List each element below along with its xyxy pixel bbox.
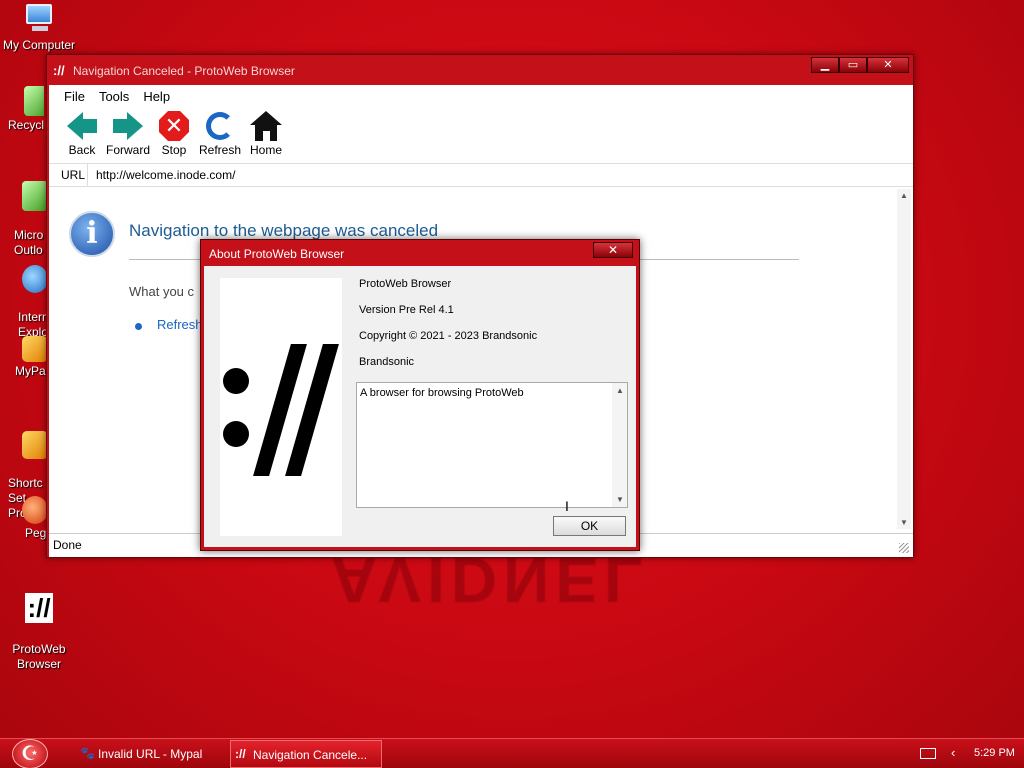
menu-tools[interactable]: Tools (92, 89, 136, 104)
page-text: What you c (129, 284, 195, 299)
back-label: Back (68, 143, 96, 157)
address-bar: URL http://welcome.inode.com/ (49, 163, 913, 187)
desktop-icon-label: Recycl (8, 118, 44, 132)
about-company: Brandsonic (359, 356, 415, 368)
scroll-down-icon[interactable]: ▼ (900, 518, 908, 527)
keyboard-icon[interactable] (920, 748, 936, 759)
refresh-label: Refresh (198, 143, 242, 157)
browser-titlebar[interactable]: :// Navigation Canceled - ProtoWeb Brows… (47, 55, 913, 85)
about-description[interactable]: A browser for browsing ProtoWeb ▲ ▼ (356, 382, 628, 508)
start-button[interactable]: ☪ (12, 739, 48, 768)
desktop-icon-label: MyPa (15, 364, 46, 378)
desktop-icon-mypal[interactable]: MyPa (0, 336, 48, 379)
peg-icon (22, 496, 48, 524)
forward-label: Forward (105, 143, 150, 157)
status-text: Done (53, 538, 82, 552)
menu-file[interactable]: File (57, 89, 92, 104)
back-button[interactable]: Back (59, 107, 105, 163)
url-input[interactable]: http://welcome.inode.com/ (87, 164, 913, 186)
recycle-bin-icon (24, 86, 44, 116)
resize-grip-icon[interactable] (899, 543, 909, 553)
window-title: Navigation Canceled - ProtoWeb Browser (73, 64, 295, 78)
desktop-icon-peg[interactable]: Peg (0, 496, 48, 541)
shortcut-icon (22, 431, 48, 459)
stop-button[interactable]: ✕ Stop (151, 107, 197, 163)
outlook-icon (22, 181, 48, 211)
internet-explorer-icon (22, 265, 48, 293)
description-scrollbar[interactable]: ▲ ▼ (612, 383, 627, 507)
scroll-up-icon[interactable]: ▲ (900, 191, 908, 200)
refresh-button[interactable]: Refresh (197, 107, 243, 163)
protoweb-icon: :// (235, 747, 246, 761)
toolbar: Back Forward ✕ Stop Refresh Home (49, 107, 913, 163)
about-close-button[interactable]: ✕ (593, 242, 633, 258)
clock[interactable]: 5:29 PM (974, 747, 1015, 759)
mypal-icon (22, 336, 48, 362)
stop-label: Stop (161, 143, 187, 157)
page-scrollbar[interactable]: ▲ ▼ (897, 189, 911, 529)
taskbar-item-label: Navigation Cancele... (253, 748, 368, 762)
desktop-icon-label: My Computer (2, 38, 76, 52)
chevron-left-icon[interactable]: ‹ (951, 745, 955, 760)
mypal-icon: 🐾 (80, 746, 95, 760)
computer-icon (22, 2, 56, 36)
taskbar-item-label: Invalid URL - Mypal (98, 747, 203, 761)
stop-icon: ✕ (157, 109, 191, 143)
protoweb-icon: :// (25, 593, 53, 623)
page-heading: Navigation to the webpage was canceled (129, 221, 439, 240)
home-button[interactable]: Home (243, 107, 289, 163)
about-dialog-body: ProtoWeb Browser Version Pre Rel 4.1 Cop… (204, 266, 636, 547)
info-icon: i (69, 211, 115, 257)
about-product: ProtoWeb Browser (359, 278, 452, 290)
about-version: Version Pre Rel 4.1 (359, 304, 454, 316)
minimize-button[interactable]: ▁ (811, 57, 839, 73)
text-cursor-icon: I (565, 498, 569, 514)
refresh-link[interactable]: Refresh (157, 317, 203, 332)
scroll-up-icon[interactable]: ▲ (616, 386, 624, 395)
desktop-watermark: AVIDNEL (330, 544, 650, 616)
desktop-icon-label: Peg (25, 526, 47, 540)
back-arrow-icon (65, 109, 99, 143)
desktop-icon-recycle-bin[interactable]: Recycl (0, 86, 44, 133)
forward-arrow-icon (111, 109, 145, 143)
bullet-icon (135, 323, 142, 330)
about-dialog-title[interactable]: About ProtoWeb Browser (201, 240, 639, 266)
desktop-icon-protoweb[interactable]: :// ProtoWeb Browser (0, 576, 78, 687)
menu-bar: File Tools Help (49, 85, 913, 107)
menu-help[interactable]: Help (136, 89, 177, 104)
taskbar-item-protoweb[interactable]: :// Navigation Cancele... (230, 740, 382, 768)
home-icon (249, 109, 283, 143)
desktop-icon-label: ProtoWeb Browser (12, 642, 66, 671)
about-dialog: About ProtoWeb Browser ✕ ProtoWeb Browse… (200, 239, 640, 551)
close-button[interactable]: ✕ (867, 57, 909, 73)
desktop-icon-my-computer[interactable]: My Computer (0, 2, 78, 53)
taskbar: ☪ 🐾 Invalid URL - Mypal :// Navigation C… (0, 738, 1024, 768)
taskbar-item-mypal[interactable]: 🐾 Invalid URL - Mypal (76, 740, 226, 768)
forward-button[interactable]: Forward (105, 107, 151, 163)
protoweb-icon: :// (53, 63, 65, 78)
home-label: Home (249, 143, 282, 157)
about-description-text: A browser for browsing ProtoWeb (360, 387, 524, 399)
url-label: URL (61, 168, 86, 182)
maximize-button[interactable]: ▭ (839, 57, 867, 73)
about-copyright: Copyright © 2021 - 2023 Brandsonic (359, 330, 538, 342)
protoweb-logo (220, 278, 342, 536)
scroll-down-icon[interactable]: ▼ (616, 495, 624, 504)
refresh-icon (203, 109, 237, 143)
ok-button[interactable]: OK (553, 516, 626, 536)
